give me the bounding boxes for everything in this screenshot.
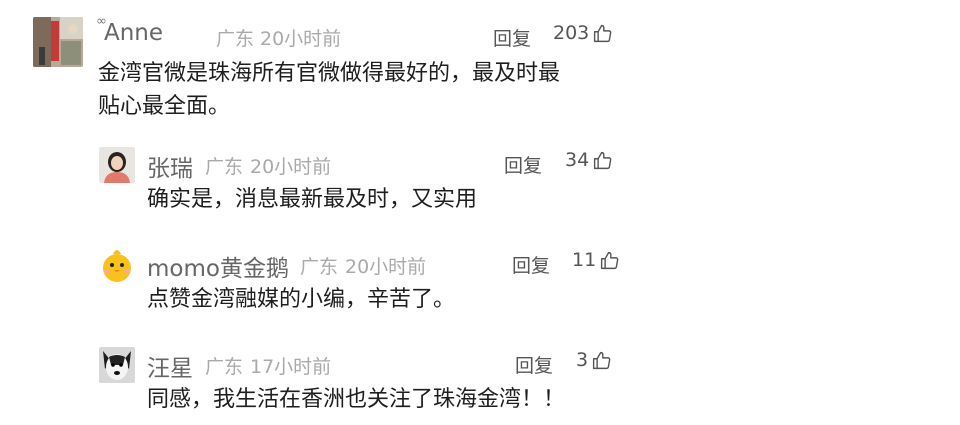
avatar[interactable] <box>99 147 135 183</box>
comment-username[interactable]: Anne <box>104 20 163 46</box>
like-count: 203 <box>553 22 590 44</box>
comment-text: 点赞金湾融媒的小编，辛苦了。 <box>147 283 455 316</box>
comment-text-line: 金湾官微是珠海所有官微做得最好的，最及时最 <box>98 61 561 86</box>
comment-location: 广东 <box>216 28 255 50</box>
comment-text-line: 点赞金湾融媒的小编，辛苦了。 <box>147 287 456 312</box>
like-count: 11 <box>572 249 597 271</box>
comment-username[interactable]: 汪星 <box>147 349 193 383</box>
thumbs-up-icon <box>592 23 613 44</box>
comment-text: 金湾官微是珠海所有官微做得最好的，最及时最 贴心最全面。 <box>98 57 560 123</box>
like-button[interactable]: 34 <box>565 149 613 171</box>
like-button[interactable]: 203 <box>553 22 613 44</box>
like-count: 34 <box>565 149 590 171</box>
comment-time: 20小时前 <box>250 156 332 178</box>
avatar[interactable] <box>99 246 135 284</box>
reply-button[interactable]: 回复 <box>493 24 531 51</box>
comment-time: 20小时前 <box>345 256 427 278</box>
comment-time: 17小时前 <box>250 356 332 378</box>
thumbs-up-icon <box>591 350 612 371</box>
comment-username[interactable]: 张瑞 <box>147 149 193 183</box>
comment-text-line: 确实是，消息最新最及时，又实用 <box>147 187 478 212</box>
comment-location: 广东 <box>205 156 244 178</box>
like-button[interactable]: 11 <box>572 249 620 271</box>
comment-location: 广东 <box>205 356 244 378</box>
avatar[interactable] <box>33 17 83 67</box>
comment-text: 确实是，消息最新最及时，又实用 <box>147 183 477 216</box>
reply-button[interactable]: 回复 <box>504 151 542 178</box>
comment-time: 20小时前 <box>260 28 342 50</box>
thumbs-up-icon <box>599 250 620 271</box>
like-count: 3 <box>576 349 589 371</box>
comment-text: 同感，我生活在香洲也关注了珠海金湾！！ <box>147 383 565 416</box>
like-button[interactable]: 3 <box>576 349 612 371</box>
comment-location: 广东 <box>300 256 339 278</box>
reply-button[interactable]: 回复 <box>512 251 550 278</box>
comment-text-line: 贴心最全面。 <box>98 94 231 119</box>
reply-button[interactable]: 回复 <box>515 351 553 378</box>
avatar[interactable] <box>99 347 135 383</box>
thumbs-up-icon <box>592 150 613 171</box>
comment-username[interactable]: momo黄金鹅 <box>147 249 289 283</box>
comment-text-line: 同感，我生活在香洲也关注了珠海金湾！！ <box>147 387 566 412</box>
